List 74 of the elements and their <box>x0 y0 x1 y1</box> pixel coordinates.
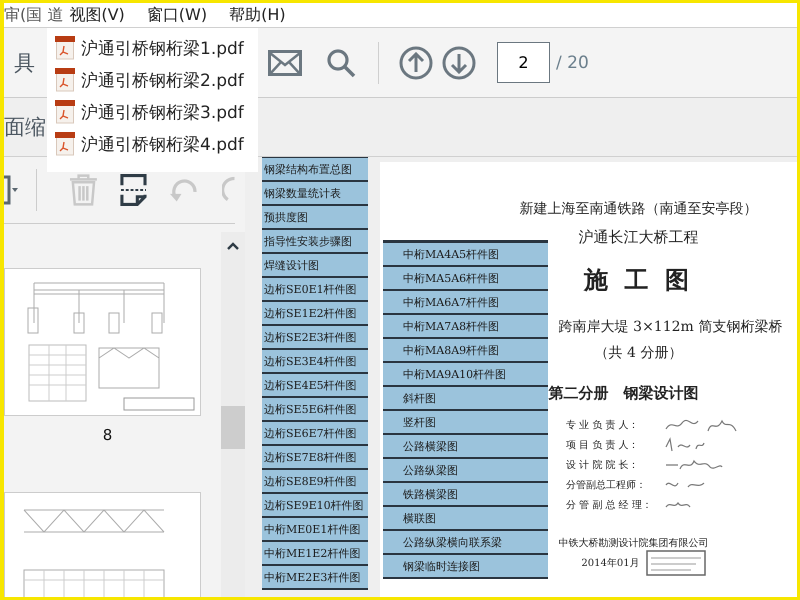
menu-item[interactable]: 审(国 道 <box>4 4 64 26</box>
drawing-list-entry: 中桁ME2E3杆件图 <box>264 570 360 584</box>
company-name: 中铁大桥勘测设计院集团有限公司 <box>558 538 708 549</box>
pdf-file-icon <box>55 100 75 124</box>
menu-item[interactable]: 窗口(W) <box>146 4 208 26</box>
document-title-line: 新建上海至南通铁路（南通至安亭段） <box>520 200 758 218</box>
drawing-list-entry: 边桁SE8E9杆件图 <box>264 474 357 488</box>
recent-file-item[interactable]: 沪通引桥钢桁梁4.pdf <box>47 128 258 160</box>
page-number-label: 8 <box>102 426 112 444</box>
drawing-list-entry: 中桁MA9A10杆件图 <box>403 366 506 382</box>
signature-drawing <box>664 437 706 453</box>
pdf-file-icon <box>55 36 75 60</box>
layout-dropdown[interactable] <box>4 173 18 207</box>
signatory-role: 设 计 院 院 长： <box>566 458 640 472</box>
drawing-list-entry: 公路纵梁横向联系梁 <box>403 534 502 550</box>
drawing-list-entry: 钢梁结构布置总图 <box>264 162 352 176</box>
signatory-role: 分管副总工程师： <box>566 478 647 492</box>
pdf-file-icon <box>55 68 75 92</box>
arrow-up-icon[interactable] <box>399 46 433 80</box>
page-thumbnail[interactable] <box>4 492 201 597</box>
mail-icon[interactable] <box>268 50 302 76</box>
drawing-list-entry: 边桁SE1E2杆件图 <box>264 306 357 320</box>
drawing-list-entry: 预拱度图 <box>264 210 308 224</box>
drawing-list-entry: 边桁SE7E8杆件图 <box>264 450 357 464</box>
page-number-field[interactable]: 2 <box>497 42 550 83</box>
drawing-list-entry: 钢梁临时连接图 <box>403 558 480 574</box>
drawing-list-entry: 边桁SE2E3杆件图 <box>264 330 357 344</box>
drawing-list-entry: 中桁ME1E2杆件图 <box>264 546 360 560</box>
recent-file-item[interactable]: 沪通引桥钢桁梁2.pdf <box>47 64 258 96</box>
scrollbar[interactable] <box>221 232 245 597</box>
page-total: / 20 <box>556 52 589 72</box>
stamp-drawing <box>646 550 706 576</box>
drawing-list-entry: 斜杆图 <box>403 390 436 406</box>
signatory-role: 专 业 负 责 人： <box>566 418 640 432</box>
pdf-file-icon <box>55 132 75 156</box>
signatory-role: 项 目 负 责 人： <box>566 438 640 452</box>
recent-file-item[interactable]: 沪通引桥钢桁梁3.pdf <box>47 96 258 128</box>
document-title-line: 沪通长江大桥工程 <box>578 228 698 247</box>
drawing-list-entry: 横联图 <box>403 510 436 526</box>
drawing-list-entry: 边桁SE6E7杆件图 <box>264 426 357 440</box>
document-date: 2014年01月 <box>581 557 640 570</box>
drawing-list-entry: 边桁SE5E6杆件图 <box>264 402 357 416</box>
drawing-list-entry: 指导性安装步骤图 <box>264 234 352 248</box>
volume-title: 第二分册 钢梁设计图 <box>548 384 698 403</box>
recent-file-item[interactable]: 沪通引桥钢桁梁1.pdf <box>47 32 258 64</box>
drawing-list-entry: 公路纵梁图 <box>403 462 458 478</box>
drawing-list-entry: 中桁MA7A8杆件图 <box>403 318 500 334</box>
bridge-name: 跨南岸大堤 3×112m 简支钢桁梁桥 <box>558 318 782 336</box>
scrollbar-thumb[interactable] <box>221 406 245 449</box>
drawing-list-entry: 中桁ME0E1杆件图 <box>264 522 360 536</box>
drawing-list-entry: 公路横梁图 <box>403 438 458 454</box>
drawing-list-entry: 中桁MA6A7杆件图 <box>403 294 500 310</box>
drawing-list-entry: 边桁SE3E4杆件图 <box>264 354 357 368</box>
drawing-list-entry: 中桁MA4A5杆件图 <box>403 246 500 262</box>
drawing-list-entry: 边桁SE4E5杆件图 <box>264 378 357 392</box>
menu-item[interactable]: 视图(V) <box>69 4 125 26</box>
drawing-type-heading: 施 工 图 <box>584 264 693 296</box>
drawing-list-entry: 竖杆图 <box>403 414 436 430</box>
arrow-down-icon[interactable] <box>442 46 476 80</box>
page-thumbnail[interactable] <box>4 268 201 416</box>
signatory-role: 分 管 副 总 经 理： <box>566 498 653 512</box>
volume-count: （共 4 分册） <box>594 344 682 362</box>
drawing-list-entry: 铁路横梁图 <box>403 486 458 502</box>
thumbnails-panel-title: 面缩 <box>4 114 46 141</box>
drawing-list-entry: 中桁MA8A9杆件图 <box>403 342 500 358</box>
page-extract-icon[interactable] <box>120 173 147 207</box>
drawing-list-entry: 钢梁数量统计表 <box>264 186 341 200</box>
search-icon[interactable] <box>326 48 356 78</box>
menu-item[interactable]: 帮助(H) <box>229 4 286 26</box>
drawing-list-entry: 边桁SE9E10杆件图 <box>264 498 364 512</box>
drawing-list-entry: 边桁SE0E1杆件图 <box>264 282 357 296</box>
drawing-list-entry: 焊缝设计图 <box>264 258 319 272</box>
scroll-up-icon[interactable] <box>227 242 239 250</box>
drawing-list-entry: 中桁MA5A6杆件图 <box>403 270 500 286</box>
